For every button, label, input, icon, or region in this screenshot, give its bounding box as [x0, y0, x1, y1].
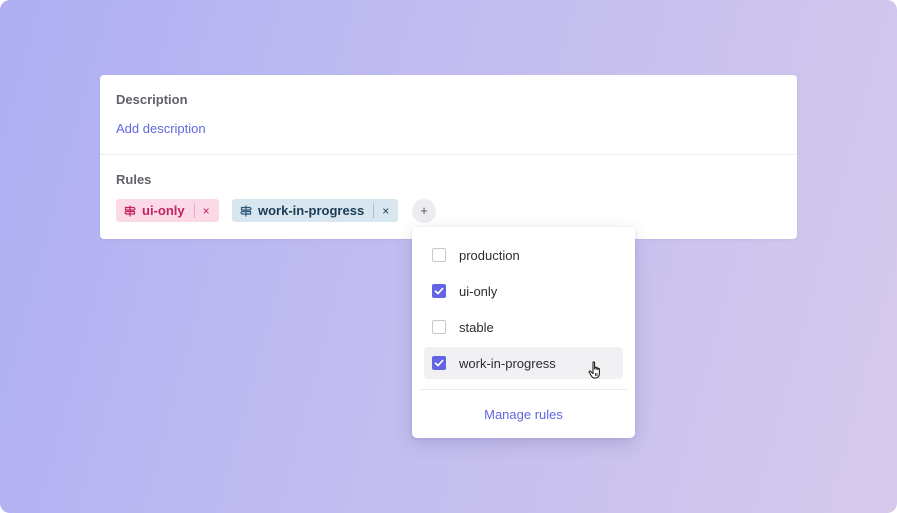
rule-chip-ui-only: ui-only × — [116, 199, 219, 222]
hand-pointer-cursor-icon — [588, 361, 604, 386]
option-label: ui-only — [459, 283, 498, 299]
chip-label: work-in-progress — [258, 203, 365, 218]
add-description-link[interactable]: Add description — [116, 121, 206, 136]
card-divider — [100, 154, 797, 155]
chip-separator — [373, 203, 375, 218]
signpost-icon — [240, 205, 252, 217]
chip-separator — [193, 203, 195, 218]
background: Description Add description Rules ui-onl… — [0, 0, 897, 513]
option-label: production — [459, 247, 520, 263]
signpost-icon — [124, 205, 136, 217]
rules-label: Rules — [116, 172, 152, 187]
remove-chip-button[interactable]: × — [203, 204, 219, 218]
checkbox-checked[interactable] — [432, 356, 446, 370]
checkbox-checked[interactable] — [432, 284, 446, 298]
option-label: work-in-progress — [459, 355, 556, 371]
dropdown-divider — [420, 389, 627, 390]
chip-label: ui-only — [142, 203, 185, 218]
remove-chip-button[interactable]: × — [382, 204, 398, 218]
option-stable[interactable]: stable — [424, 311, 623, 343]
manage-rules-link[interactable]: Manage rules — [412, 407, 635, 422]
rules-dropdown: production ui-only stable work-in-progre… — [412, 227, 635, 438]
option-production[interactable]: production — [424, 239, 623, 271]
checkmark-icon — [434, 359, 444, 367]
option-ui-only[interactable]: ui-only — [424, 275, 623, 307]
option-label: stable — [459, 319, 494, 335]
checkbox[interactable] — [432, 320, 446, 334]
checkmark-icon — [434, 287, 444, 295]
add-rule-button[interactable]: + — [412, 199, 436, 223]
description-label: Description — [116, 92, 188, 107]
checkbox[interactable] — [432, 248, 446, 262]
rule-chip-work-in-progress: work-in-progress × — [232, 199, 399, 222]
